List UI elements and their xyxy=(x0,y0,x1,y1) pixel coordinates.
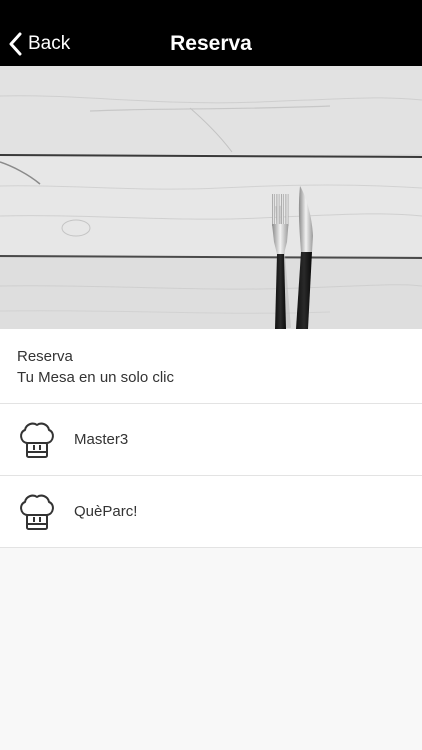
intro-subtitle: Tu Mesa en un solo clic xyxy=(17,369,175,386)
back-label: Back xyxy=(28,33,71,54)
intro-section: Reserva Tu Mesa en un solo clic xyxy=(0,329,422,404)
restaurant-item-master3[interactable]: Master3 xyxy=(0,404,422,476)
chevron-left-icon xyxy=(9,32,23,56)
back-button[interactable]: Back xyxy=(9,30,70,58)
restaurant-item-queparc[interactable]: QuèParc! xyxy=(0,476,422,548)
navigation-bar: Back Reserva xyxy=(0,0,422,66)
content: Reserva Tu Mesa en un solo clic Master3 xyxy=(0,329,422,548)
hero-image-cutlery-on-wood xyxy=(0,66,422,329)
chef-hat-icon xyxy=(16,491,58,533)
intro-title: Reserva xyxy=(17,348,73,365)
restaurant-name: Master3 xyxy=(74,431,129,448)
restaurant-name: QuèParc! xyxy=(74,503,138,520)
chef-hat-icon xyxy=(16,419,58,461)
